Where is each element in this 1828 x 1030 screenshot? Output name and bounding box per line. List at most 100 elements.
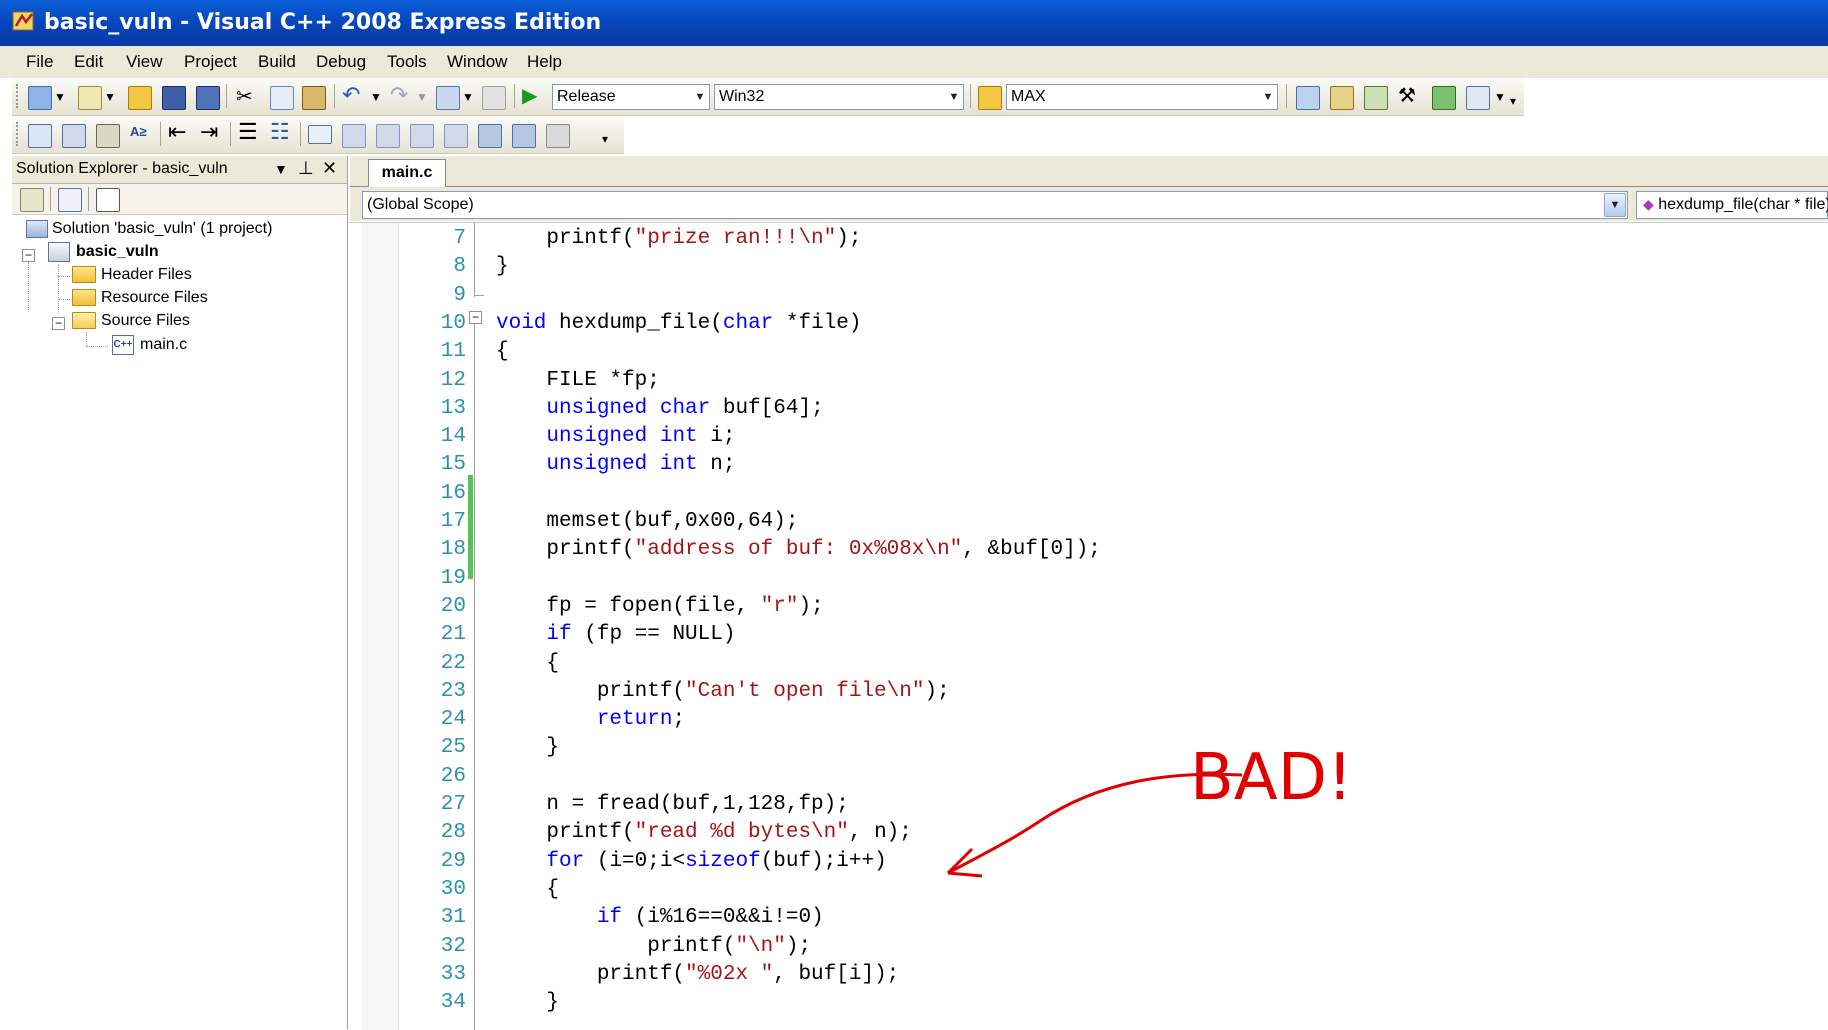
save-all-icon[interactable] (196, 86, 220, 110)
tree-item-resource-files[interactable]: Resource Files (72, 289, 208, 311)
code-editor[interactable]: − 7 printf("prize ran!!!\n"); 8} 9 10 void h… (350, 222, 1828, 1030)
window-position-icon[interactable]: ▼ (274, 161, 288, 177)
uncomment-lines-icon[interactable]: ☷ (270, 119, 292, 144)
find-in-files-icon[interactable] (978, 86, 1002, 110)
menu-debug[interactable]: Debug (316, 52, 366, 72)
tree-item-project[interactable]: basic_vuln (48, 242, 159, 264)
member-select[interactable]: ◆ hexdump_file(char * file) (1636, 191, 1828, 219)
command-window-icon[interactable] (1466, 86, 1490, 110)
find-combo[interactable]: MAX ▼ (1006, 84, 1278, 110)
code-line[interactable]: 34 } (350, 991, 1828, 1019)
code-line[interactable]: 11 { (350, 340, 1828, 368)
display-quick-info-icon[interactable] (96, 124, 120, 148)
code-line[interactable]: 16 (350, 482, 1828, 510)
menu-build[interactable]: Build (258, 52, 296, 72)
tab-main-c[interactable]: main.c (368, 159, 446, 188)
solution-platform-select[interactable]: Win32 ▼ (714, 84, 964, 110)
chevron-down-icon[interactable]: ▼ (54, 90, 66, 104)
add-item-icon[interactable] (78, 86, 102, 110)
tree-item-main-c[interactable]: C++ main.c (112, 335, 187, 357)
solution-explorer-icon[interactable] (1296, 86, 1320, 110)
chevron-down-icon[interactable]: ▼ (1260, 86, 1276, 108)
comment-lines-icon[interactable]: ☰ (238, 119, 260, 144)
previous-bookmark-in-document-icon[interactable] (478, 124, 502, 148)
code-line[interactable]: 12 FILE *fp; (350, 369, 1828, 397)
clear-bookmarks-icon[interactable] (546, 124, 570, 148)
code-line[interactable]: 31 if (i%16==0&&i!=0) (350, 906, 1828, 934)
collapse-icon[interactable]: − (22, 249, 35, 262)
menu-help[interactable]: Help (527, 52, 562, 72)
toggle-bookmark-icon[interactable] (308, 125, 332, 144)
chevron-down-icon[interactable]: ▼ (692, 86, 708, 108)
new-project-icon[interactable] (28, 86, 52, 110)
properties-icon[interactable] (20, 188, 44, 212)
undo-icon[interactable]: ↶ (342, 82, 364, 107)
solution-configuration-select[interactable]: Release ▼ (552, 84, 710, 110)
properties-icon[interactable] (1330, 86, 1354, 110)
open-folder-icon[interactable] (128, 86, 152, 110)
collapse-icon[interactable]: − (52, 317, 65, 330)
code-line[interactable]: 22 { (350, 652, 1828, 680)
code-line[interactable]: 20 fp = fopen(file, "r"); (350, 595, 1828, 623)
paste-icon[interactable] (302, 86, 326, 110)
next-bookmark-in-folder-icon[interactable] (444, 124, 468, 148)
copy-icon[interactable] (270, 86, 294, 110)
chevron-down-icon[interactable]: ▼ (1494, 90, 1506, 104)
next-bookmark-icon[interactable] (376, 124, 400, 148)
display-parameter-info-icon[interactable] (62, 124, 86, 148)
code-line[interactable]: 7 printf("prize ran!!!\n"); (350, 227, 1828, 255)
menu-file[interactable]: File (26, 52, 53, 72)
close-icon[interactable]: ✕ (322, 158, 337, 179)
next-bookmark-in-document-icon[interactable] (512, 124, 536, 148)
code-line[interactable]: 18 printf("address of buf: 0x%08x\n", &b… (350, 538, 1828, 566)
start-page-icon[interactable] (1432, 86, 1456, 110)
decrease-indent-icon[interactable]: ⇤ (168, 119, 190, 144)
chevron-down-icon[interactable]: ▼ (1604, 193, 1626, 217)
menu-project[interactable]: Project (184, 52, 237, 72)
code-line[interactable]: 10 void hexdump_file(char *file) (350, 312, 1828, 340)
toolbar-options-icon[interactable]: ▾ (602, 132, 608, 146)
cut-icon[interactable]: ✂ (236, 84, 258, 108)
toolbox-icon[interactable] (1364, 86, 1388, 110)
navigate-backward-icon[interactable] (436, 86, 460, 110)
code-line[interactable]: 17 memset(buf,0x00,64); (350, 510, 1828, 538)
code-line[interactable]: 15 unsigned int n; (350, 453, 1828, 481)
toolbar-options-icon[interactable]: ▾ (1510, 94, 1516, 108)
tree-item-header-files[interactable]: Header Files (72, 266, 192, 288)
menu-tools[interactable]: Tools (387, 52, 427, 72)
increase-indent-icon[interactable]: ⇥ (200, 119, 222, 144)
show-all-files-icon[interactable] (58, 188, 82, 212)
chevron-down-icon[interactable]: ▼ (370, 90, 382, 104)
tree-item-source-files[interactable]: Source Files (72, 312, 190, 334)
complete-word-icon[interactable]: A≥ (130, 124, 152, 146)
code-line[interactable]: 14 unsigned int i; (350, 425, 1828, 453)
chevron-down-icon[interactable]: ▼ (416, 90, 428, 104)
code-line[interactable]: 8} (350, 255, 1828, 283)
code-line[interactable]: 32 printf("\n"); (350, 935, 1828, 963)
redo-icon[interactable]: ↷ (390, 82, 412, 107)
scope-select[interactable]: (Global Scope) ▼ (362, 191, 1628, 219)
navigate-forward-icon[interactable] (482, 86, 506, 110)
chevron-down-icon[interactable]: ▼ (104, 90, 116, 104)
menu-view[interactable]: View (126, 52, 163, 72)
display-object-member-list-icon[interactable] (28, 124, 52, 148)
save-icon[interactable] (162, 86, 186, 110)
previous-bookmark-icon[interactable] (342, 124, 366, 148)
tools-icon[interactable]: ⚒ (1398, 83, 1420, 107)
toolbar-grip[interactable] (16, 122, 22, 146)
code-line[interactable]: 24 return; (350, 708, 1828, 736)
toolbar-grip[interactable] (16, 84, 22, 108)
previous-bookmark-in-folder-icon[interactable] (410, 124, 434, 148)
start-debugging-icon[interactable]: ▶ (522, 83, 544, 107)
menu-edit[interactable]: Edit (74, 52, 103, 72)
tree-item-solution[interactable]: Solution 'basic_vuln' (1 project) (26, 220, 272, 242)
code-line[interactable]: 19 (350, 567, 1828, 595)
menu-window[interactable]: Window (447, 52, 507, 72)
code-line[interactable]: 23 printf("Can't open file\n"); (350, 680, 1828, 708)
code-line[interactable]: 9 (350, 284, 1828, 312)
code-line[interactable]: 13 unsigned char buf[64]; (350, 397, 1828, 425)
code-line[interactable]: 33 printf("%02x ", buf[i]); (350, 963, 1828, 991)
auto-hide-pin-icon[interactable]: ⊥ (298, 158, 314, 179)
code-line[interactable]: 21 if (fp == NULL) (350, 623, 1828, 651)
view-class-diagram-icon[interactable] (96, 188, 120, 212)
